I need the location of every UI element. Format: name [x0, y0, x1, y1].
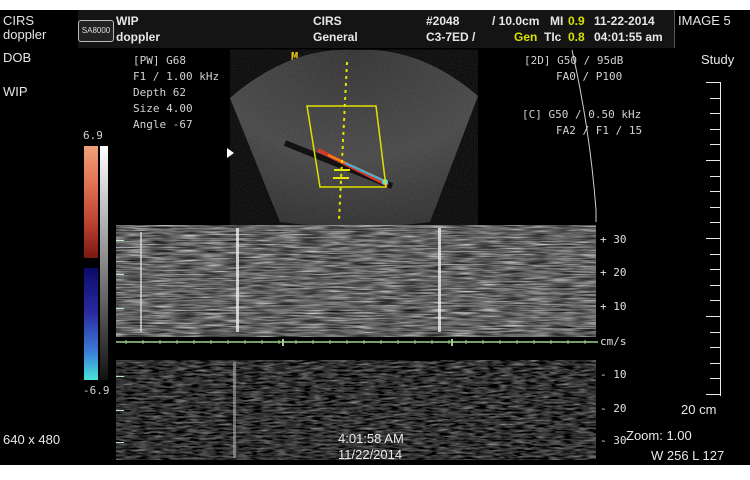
- velocity-label-p20: + 20: [600, 266, 627, 279]
- velocity-label-m20: - 20: [600, 402, 627, 415]
- velocity-unit: cm/s: [600, 335, 627, 348]
- spectrum-tick: [116, 410, 124, 411]
- footer-time: 4:01:58 AM: [338, 431, 404, 446]
- spectrum-tick: [116, 376, 124, 377]
- spectrum-tick: [116, 240, 124, 241]
- velocity-label-p30: + 30: [600, 233, 627, 246]
- spectrum-tick: [116, 274, 124, 275]
- doppler-spectrum: [116, 225, 598, 460]
- spectrum-tick: [116, 308, 124, 309]
- velocity-label-m10: - 10: [600, 368, 627, 381]
- velocity-label-p10: + 10: [600, 300, 627, 313]
- velocity-label-m30: - 30: [600, 434, 627, 447]
- ultrasound-screen: CIRS doppler SA8000 WIP doppler CIRS Gen…: [0, 10, 750, 465]
- spectrum-tick: [116, 442, 124, 443]
- footer-date: 11/22/2014: [338, 447, 403, 462]
